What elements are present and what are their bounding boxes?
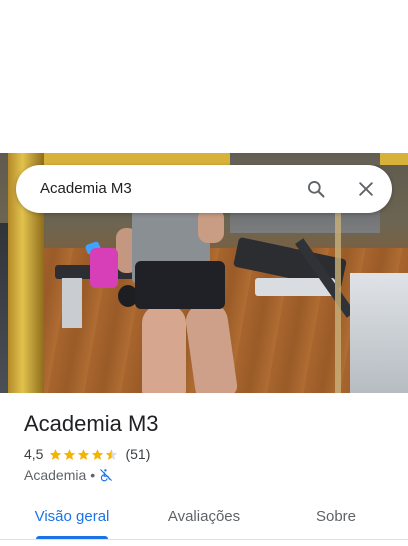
photo-person-leg <box>142 305 186 393</box>
tabs-divider <box>0 539 408 540</box>
top-blank-area <box>0 0 408 153</box>
star-half-icon <box>106 448 118 460</box>
category-row: Academia • <box>24 466 113 484</box>
photo-mirror-edge <box>335 213 341 393</box>
photo-bench-leg <box>62 278 82 328</box>
photo-person-shorts <box>135 261 225 309</box>
rating-row[interactable]: 4,5 (51) <box>24 445 150 463</box>
separator-dot: • <box>90 467 96 483</box>
place-info-panel: Academia M3 4,5 (51) Academia • Visão ge… <box>0 393 408 546</box>
search-icon[interactable] <box>306 179 326 199</box>
review-count[interactable]: (51) <box>125 446 150 462</box>
category-label: Academia <box>24 467 87 483</box>
close-icon[interactable] <box>356 179 376 199</box>
photo-person-arm-right <box>198 208 224 243</box>
star-icon <box>78 448 90 460</box>
search-bar[interactable]: Academia M3 <box>16 165 392 213</box>
star-rating <box>49 448 119 461</box>
search-input[interactable]: Academia M3 <box>40 165 132 213</box>
rating-value: 4,5 <box>24 446 44 462</box>
tab-overview[interactable]: Visão geral <box>24 497 120 537</box>
photo-rack <box>350 273 408 393</box>
place-title: Academia M3 <box>24 411 159 436</box>
place-tabs: Visão geral Avaliações Sobre <box>0 497 408 543</box>
tab-about[interactable]: Sobre <box>288 497 384 537</box>
tab-reviews[interactable]: Avaliações <box>156 497 252 537</box>
photo-bottle <box>90 248 118 288</box>
wheelchair-not-accessible-icon <box>100 469 113 482</box>
star-icon <box>92 448 104 460</box>
star-icon <box>64 448 76 460</box>
star-icon <box>50 448 62 460</box>
